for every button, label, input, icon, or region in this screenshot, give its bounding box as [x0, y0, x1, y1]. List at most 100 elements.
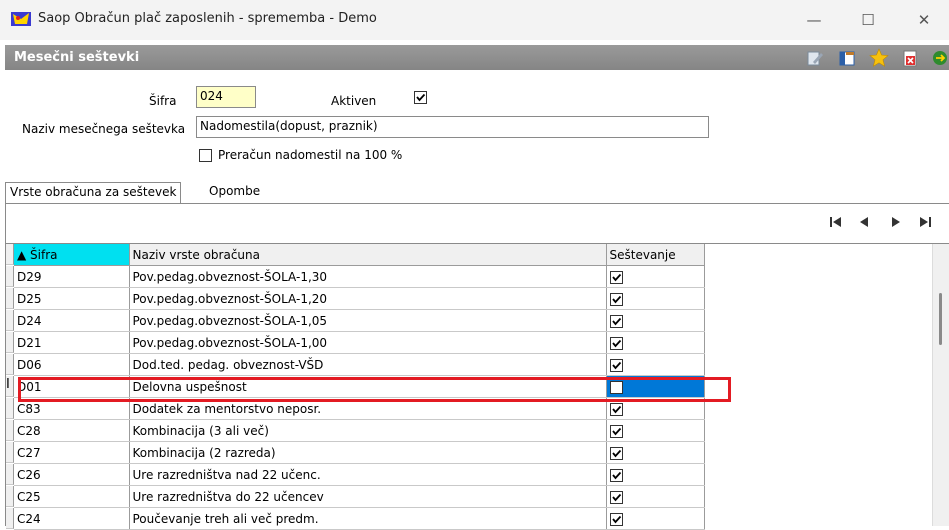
cell-sestevanje[interactable] — [606, 353, 705, 376]
close-button[interactable]: ✕ — [901, 6, 947, 34]
table-row[interactable]: C25 Ure razredništva do 22 učencev — [14, 485, 705, 508]
cell-naziv[interactable]: Dod.ted. pedag. obveznost-VŠD — [129, 353, 607, 376]
sifra-input[interactable]: 024 — [196, 86, 256, 108]
table-row[interactable]: D24 Pov.pedag.obveznost-ŠOLA-1,05 — [14, 309, 705, 332]
sestevanje-checkbox[interactable] — [609, 358, 623, 372]
row-indicator[interactable] — [6, 288, 14, 309]
panel-header: Mesečni seštevki — [5, 45, 949, 70]
title-bar: Saop Obračun plač zaposlenih - sprememba… — [0, 0, 949, 40]
highlight-box — [18, 377, 731, 402]
table-row[interactable]: D25 Pov.pedag.obveznost-ŠOLA-1,20 — [14, 287, 705, 310]
cell-sestevanje[interactable] — [606, 419, 705, 442]
preracun-label: Preračun nadomestil na 100 % — [218, 148, 403, 162]
exit-icon[interactable] — [930, 48, 949, 68]
cell-sifra[interactable]: D25 — [14, 287, 130, 310]
cell-sifra[interactable]: C26 — [14, 463, 130, 486]
cell-sifra[interactable]: D21 — [14, 331, 130, 354]
scrollbar-thumb[interactable] — [939, 293, 942, 345]
cell-sifra[interactable]: C28 — [14, 419, 130, 442]
sestevanje-checkbox[interactable] — [609, 468, 623, 482]
app-logo-icon — [11, 12, 31, 26]
cell-sifra[interactable]: D24 — [14, 309, 130, 332]
cell-naziv[interactable]: Pov.pedag.obveznost-ŠOLA-1,05 — [129, 309, 607, 332]
vertical-scrollbar[interactable] — [932, 244, 949, 526]
cell-sestevanje[interactable] — [606, 507, 705, 530]
column-header-sestevanje[interactable]: Seštevanje — [606, 244, 705, 266]
preracun-checkbox[interactable] — [199, 149, 212, 162]
row-indicator[interactable] — [6, 310, 14, 331]
layout-icon[interactable] — [837, 48, 857, 68]
sestevanje-checkbox[interactable] — [609, 424, 623, 438]
sestevanje-checkbox[interactable] — [609, 490, 623, 504]
column-header-naziv[interactable]: Naziv vrste obračuna — [129, 244, 607, 266]
sort-ascending-icon: ▲ — [17, 247, 31, 262]
aktiven-label: Aktiven — [331, 94, 377, 108]
cell-naziv[interactable]: Pov.pedag.obveznost-ŠOLA-1,00 — [129, 331, 607, 354]
next-record-icon[interactable] — [883, 212, 907, 232]
naziv-input[interactable]: Nadomestila(dopust, praznik) — [196, 116, 709, 138]
table-row[interactable]: C26 Ure razredništva nad 22 učenc. — [14, 463, 705, 486]
table-row[interactable]: C28 Kombinacija (3 ali več) — [14, 419, 705, 442]
previous-record-icon[interactable] — [853, 212, 877, 232]
panel-title: Mesečni seštevki — [14, 50, 140, 65]
sestevanje-checkbox[interactable] — [609, 314, 623, 328]
table-row[interactable]: C27 Kombinacija (2 razreda) — [14, 441, 705, 464]
cell-naziv[interactable]: Kombinacija (3 ali več) — [129, 419, 607, 442]
last-record-icon[interactable] — [913, 212, 937, 232]
row-cursor-indicator[interactable]: I — [6, 376, 14, 397]
cell-sestevanje[interactable] — [606, 485, 705, 508]
cell-sestevanje[interactable] — [606, 265, 705, 288]
grid-header-row: ▲ Šifra Naziv vrste obračuna Seštevanje — [14, 244, 705, 266]
cell-naziv[interactable]: Poučevanje treh ali več predm. — [129, 507, 607, 530]
table-row[interactable]: D06 Dod.ted. pedag. obveznost-VŠD — [14, 353, 705, 376]
sestevanje-checkbox[interactable] — [609, 446, 623, 460]
naziv-label: Naziv mesečnega seštevka — [22, 122, 186, 136]
row-indicator[interactable] — [6, 442, 14, 463]
tab-vrste-obracuna[interactable]: Vrste obračuna za seštevek — [5, 182, 182, 204]
cell-sifra[interactable]: D06 — [14, 353, 130, 376]
minimize-button[interactable]: — — [791, 6, 837, 34]
cell-sestevanje[interactable] — [606, 463, 705, 486]
row-indicator[interactable] — [6, 398, 14, 419]
cell-naziv[interactable]: Ure razredništva do 22 učencev — [129, 485, 607, 508]
sestevanje-checkbox[interactable] — [609, 336, 623, 350]
cell-sifra[interactable]: D29 — [14, 265, 130, 288]
table-row[interactable]: C24 Poučevanje treh ali več predm. — [14, 507, 705, 530]
row-indicator[interactable] — [6, 266, 14, 287]
cell-sestevanje[interactable] — [606, 331, 705, 354]
cell-naziv[interactable]: Ure razredništva nad 22 učenc. — [129, 463, 607, 486]
cell-naziv[interactable]: Kombinacija (2 razreda) — [129, 441, 607, 464]
cell-naziv[interactable]: Pov.pedag.obveznost-ŠOLA-1,30 — [129, 265, 607, 288]
first-record-icon[interactable] — [824, 212, 848, 232]
tab-divider — [5, 203, 949, 204]
row-indicator[interactable] — [6, 332, 14, 353]
cell-sifra[interactable]: C25 — [14, 485, 130, 508]
window-title: Saop Obračun plač zaposlenih - sprememba… — [38, 11, 377, 26]
text-cursor-icon: I — [6, 377, 10, 392]
sestevanje-checkbox[interactable] — [609, 292, 623, 306]
cell-sestevanje[interactable] — [606, 441, 705, 464]
sestevanje-checkbox[interactable] — [609, 402, 623, 416]
column-header-sifra[interactable]: ▲ Šifra — [14, 244, 130, 266]
row-indicator[interactable] — [6, 354, 14, 375]
cell-sifra[interactable]: C27 — [14, 441, 130, 464]
row-indicator[interactable] — [6, 464, 14, 485]
row-indicator[interactable] — [6, 486, 14, 507]
cell-sestevanje[interactable] — [606, 287, 705, 310]
star-icon[interactable] — [869, 48, 889, 68]
edit-icon[interactable] — [805, 48, 825, 68]
tab-opombe[interactable]: Opombe — [205, 182, 264, 203]
sifra-label: Šifra — [149, 94, 177, 108]
table-row[interactable]: D21 Pov.pedag.obveznost-ŠOLA-1,00 — [14, 331, 705, 354]
delete-document-icon[interactable] — [900, 48, 920, 68]
cell-sifra[interactable]: C24 — [14, 507, 130, 530]
row-indicator[interactable] — [6, 420, 14, 441]
header-row-indicator — [6, 244, 14, 265]
cell-naziv[interactable]: Pov.pedag.obveznost-ŠOLA-1,20 — [129, 287, 607, 310]
table-row[interactable]: D29 Pov.pedag.obveznost-ŠOLA-1,30 — [14, 265, 705, 288]
aktiven-checkbox[interactable] — [414, 91, 427, 104]
sestevanje-checkbox[interactable] — [609, 512, 623, 526]
maximize-button[interactable]: ☐ — [845, 6, 891, 34]
cell-sestevanje[interactable] — [606, 309, 705, 332]
sestevanje-checkbox[interactable] — [609, 270, 623, 284]
